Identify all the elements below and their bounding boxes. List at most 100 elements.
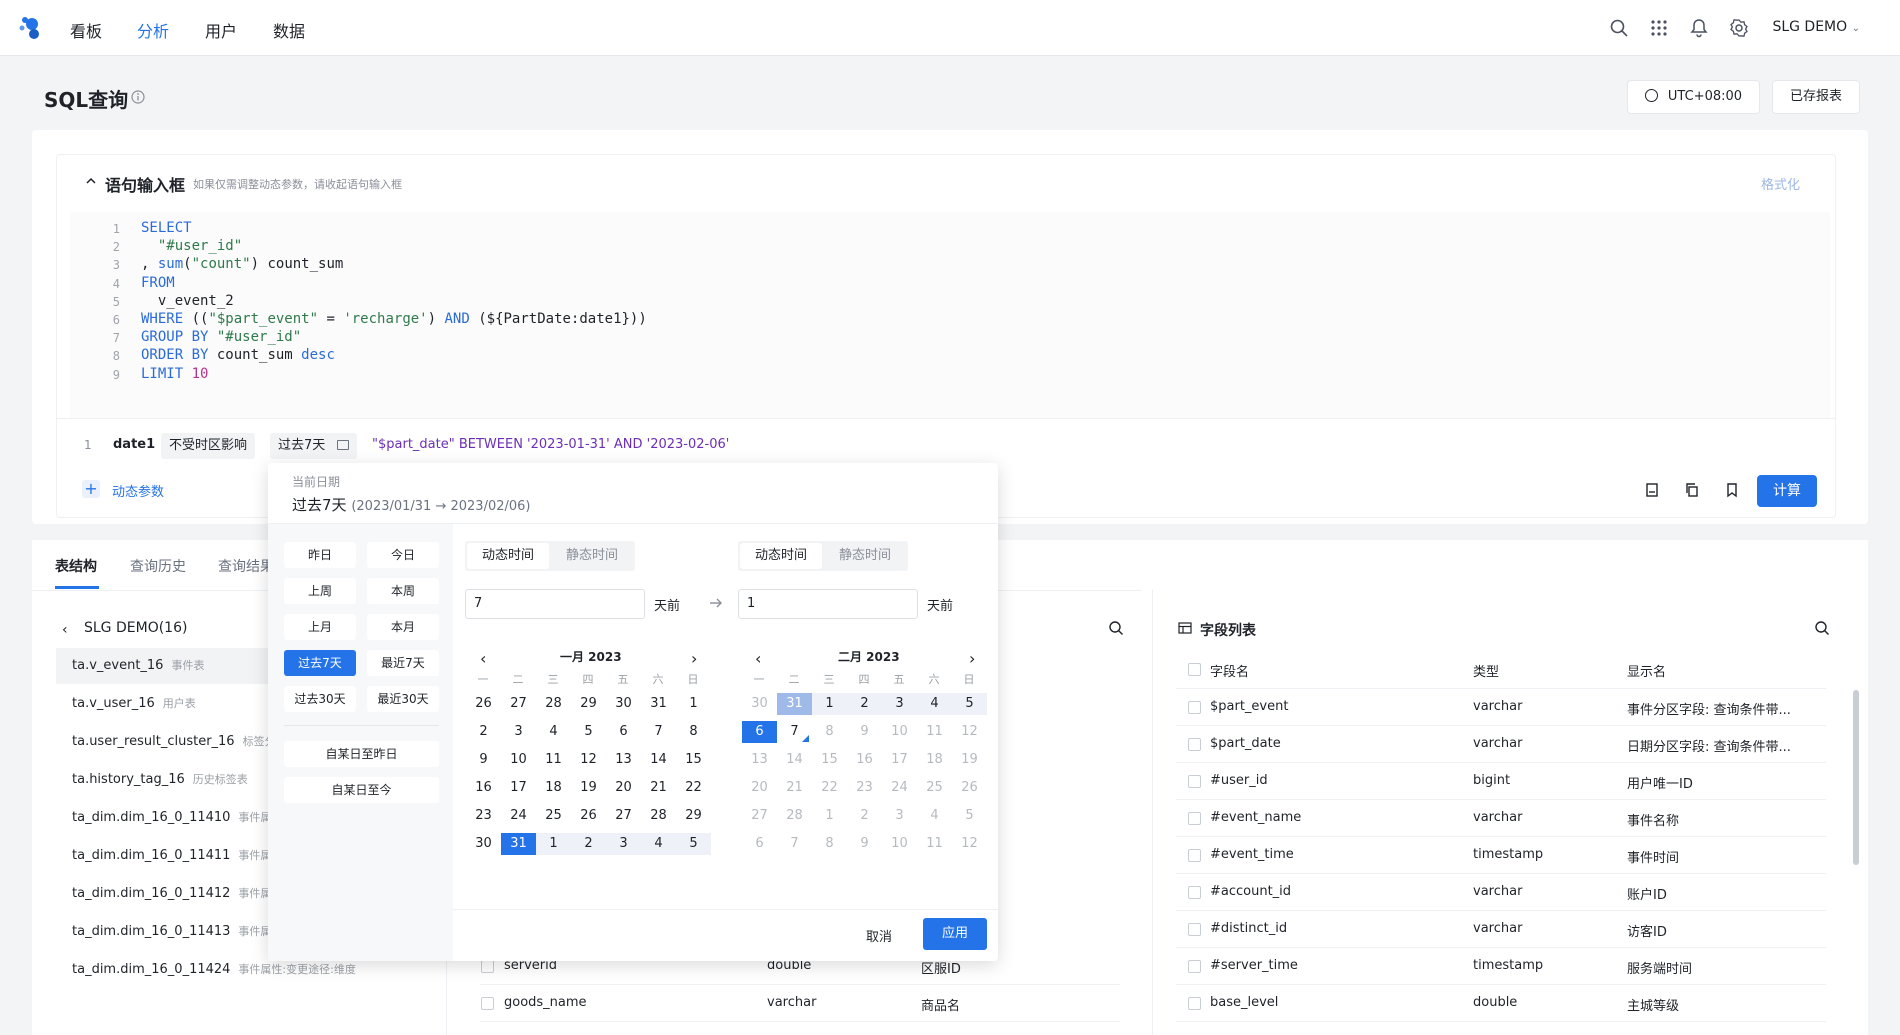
- calendar-day[interactable]: 11: [917, 833, 952, 855]
- tab-query-history[interactable]: 查询历史: [130, 556, 186, 576]
- calendar-day[interactable]: 14: [641, 749, 676, 771]
- calendar-day[interactable]: 5: [676, 833, 711, 855]
- calendar-day[interactable]: 10: [501, 749, 536, 771]
- calendar-day[interactable]: 22: [676, 777, 711, 799]
- field-row[interactable]: goods_name varchar 商品名: [480, 985, 1120, 1022]
- calendar-day[interactable]: 10: [882, 833, 917, 855]
- field-row[interactable]: #event_name varchar 事件名称: [1176, 800, 1826, 837]
- project-switcher[interactable]: SLG DEMO ⌄: [1772, 19, 1860, 35]
- gear-icon[interactable]: [1729, 18, 1749, 38]
- calendar-day[interactable]: 19: [952, 749, 987, 771]
- calendar-day[interactable]: 8: [812, 833, 847, 855]
- calendar-day[interactable]: 15: [812, 749, 847, 771]
- field-checkbox[interactable]: [1188, 812, 1201, 825]
- end-dynamic-tab[interactable]: 动态时间: [740, 543, 822, 569]
- end-days-input[interactable]: 1: [738, 589, 918, 619]
- end-static-tab[interactable]: 静态时间: [824, 543, 906, 569]
- calendar-day[interactable]: 11: [536, 749, 571, 771]
- field-checkbox[interactable]: [1188, 923, 1201, 936]
- apply-button[interactable]: 应用: [923, 918, 987, 950]
- calendar-day[interactable]: 4: [641, 833, 676, 855]
- calendar-day[interactable]: 1: [812, 805, 847, 827]
- calendar-day[interactable]: 30: [466, 833, 501, 855]
- calendar-day[interactable]: 12: [571, 749, 606, 771]
- quick-range-button[interactable]: 上月: [284, 614, 356, 640]
- calendar-day[interactable]: 17: [882, 749, 917, 771]
- field-row[interactable]: $part_date varchar 日期分区字段: 查询条件带...: [1176, 726, 1826, 763]
- quick-range-button[interactable]: 本月: [367, 614, 439, 640]
- calendar-day[interactable]: 31: [501, 833, 536, 855]
- field-checkbox[interactable]: [481, 997, 494, 1010]
- code-line[interactable]: SELECT: [141, 220, 192, 236]
- scrollbar[interactable]: [1853, 690, 1859, 865]
- quick-range-button[interactable]: 自某日至昨日: [284, 741, 439, 767]
- quick-range-button[interactable]: 上周: [284, 578, 356, 604]
- calendar-day[interactable]: 9: [466, 749, 501, 771]
- calendar-day[interactable]: 26: [571, 805, 606, 827]
- format-button[interactable]: 格式化: [1761, 174, 1800, 193]
- calendar-day[interactable]: 31: [777, 693, 812, 715]
- calendar-day[interactable]: 2: [571, 833, 606, 855]
- calendar-day[interactable]: 1: [812, 693, 847, 715]
- code-line[interactable]: WHERE (("$part_event" = 'recharge') AND …: [141, 311, 647, 327]
- quick-range-button[interactable]: 过去7天: [284, 650, 356, 676]
- calendar-day[interactable]: 30: [742, 693, 777, 715]
- calendar-day[interactable]: 11: [917, 721, 952, 743]
- calendar-day[interactable]: 2: [466, 721, 501, 743]
- calendar-day[interactable]: 3: [882, 805, 917, 827]
- field-row[interactable]: base_level double 主城等级: [1176, 985, 1826, 1022]
- search-icon[interactable]: [1814, 620, 1830, 636]
- saved-reports-button[interactable]: 已存报表: [1772, 80, 1860, 114]
- calendar-day[interactable]: 20: [742, 777, 777, 799]
- quick-range-button[interactable]: 本周: [367, 578, 439, 604]
- calendar-day[interactable]: 30: [606, 693, 641, 715]
- field-checkbox[interactable]: [1188, 701, 1201, 714]
- calendar-day[interactable]: 21: [777, 777, 812, 799]
- code-line[interactable]: FROM: [141, 275, 175, 291]
- code-line[interactable]: "#user_id": [141, 238, 242, 254]
- sql-code-editor[interactable]: 1 SELECT 2 "#user_id" 3, sum("count") count…: [70, 212, 1830, 418]
- info-icon[interactable]: [131, 90, 145, 104]
- calendar-day[interactable]: 1: [536, 833, 571, 855]
- field-row[interactable]: #server_time timestamp 服务端时间: [1176, 948, 1826, 985]
- code-line[interactable]: v_event_2: [141, 293, 234, 309]
- nav-item-analysis[interactable]: 分析: [137, 18, 169, 42]
- start-static-tab[interactable]: 静态时间: [551, 543, 633, 569]
- field-checkbox[interactable]: [1188, 849, 1201, 862]
- calendar-day[interactable]: 18: [536, 777, 571, 799]
- code-line[interactable]: GROUP BY "#user_id": [141, 329, 301, 345]
- cancel-button[interactable]: 取消: [866, 926, 892, 945]
- calendar-day[interactable]: 29: [571, 693, 606, 715]
- calendar-day[interactable]: 13: [606, 749, 641, 771]
- calendar-day[interactable]: 25: [917, 777, 952, 799]
- calendar-day[interactable]: 6: [742, 833, 777, 855]
- calendar-day[interactable]: 2: [847, 805, 882, 827]
- calendar-day[interactable]: 16: [466, 777, 501, 799]
- calendar-day[interactable]: 8: [812, 721, 847, 743]
- calendar-day[interactable]: 25: [536, 805, 571, 827]
- calendar-day[interactable]: 4: [917, 693, 952, 715]
- calendar-day[interactable]: 5: [571, 721, 606, 743]
- calendar-day[interactable]: 26: [466, 693, 501, 715]
- calendar-day[interactable]: 23: [466, 805, 501, 827]
- code-line[interactable]: , sum("count") count_sum: [141, 256, 343, 272]
- calendar-day[interactable]: 18: [917, 749, 952, 771]
- calendar-day[interactable]: 1: [676, 693, 711, 715]
- code-line[interactable]: LIMIT 10: [141, 366, 208, 382]
- field-checkbox[interactable]: [1188, 997, 1201, 1010]
- calendar-day[interactable]: 17: [501, 777, 536, 799]
- calendar-day[interactable]: 28: [641, 805, 676, 827]
- copy-icon[interactable]: [1683, 481, 1701, 499]
- calendar-day[interactable]: 24: [501, 805, 536, 827]
- calendar-day[interactable]: 6: [606, 721, 641, 743]
- calendar-day[interactable]: 3: [501, 721, 536, 743]
- nav-item-dashboard[interactable]: 看板: [70, 18, 102, 42]
- field-checkbox[interactable]: [1188, 886, 1201, 899]
- calendar-day[interactable]: 4: [536, 721, 571, 743]
- calendar-day[interactable]: 29: [676, 805, 711, 827]
- calendar-day[interactable]: 2: [847, 693, 882, 715]
- tab-query-result[interactable]: 查询结果: [218, 556, 274, 576]
- next-month-icon[interactable]: ›: [691, 649, 697, 668]
- calendar-day[interactable]: 31: [641, 693, 676, 715]
- field-checkbox[interactable]: [1188, 738, 1201, 751]
